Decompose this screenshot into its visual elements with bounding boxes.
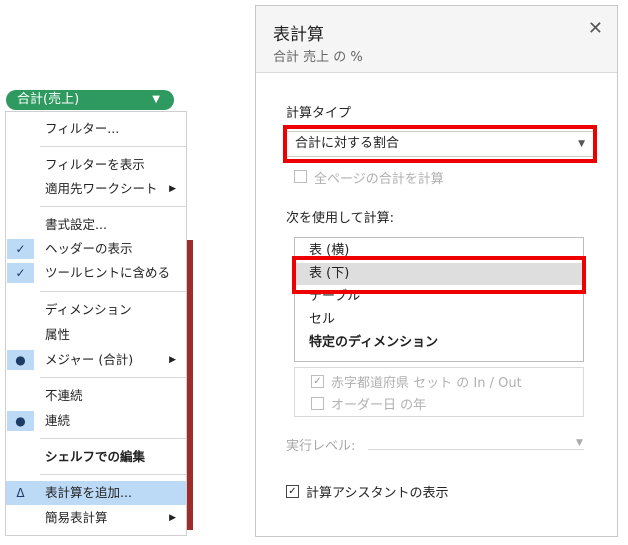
dimension-checklist: ✓ 赤字都道府県 セット の In / Out オーダー日 の年 bbox=[294, 367, 584, 417]
delta-icon: Δ bbox=[7, 483, 34, 503]
menu-item-label: 不連続 bbox=[45, 388, 83, 403]
menu-item-label: 連続 bbox=[45, 413, 71, 428]
all-pages-label: 全ページの合計を計算 bbox=[314, 172, 444, 187]
dialog-header: 表計算 合計 売上 の % ✕ bbox=[256, 6, 617, 73]
menu-separator bbox=[40, 438, 186, 439]
menu-item-measure-sum[interactable]: ● メジャー (合計) ▶ bbox=[6, 348, 186, 372]
context-menu: フィルター... フィルターを表示 適用先ワークシート ▶ 書式設定... ✓ … bbox=[5, 111, 187, 536]
close-icon[interactable]: ✕ bbox=[588, 18, 603, 39]
menu-item-filter[interactable]: フィルター... bbox=[6, 117, 186, 141]
chevron-right-icon: ▶ bbox=[169, 184, 176, 194]
menu-item-format[interactable]: 書式設定... bbox=[6, 213, 186, 237]
table-calculation-dialog: 表計算 合計 売上 の % ✕ 計算タイプ 合計に対する割合 ▼ 全ページの合計… bbox=[255, 5, 618, 537]
calc-type-label: 計算タイプ bbox=[286, 106, 352, 121]
menu-separator bbox=[40, 377, 186, 378]
menu-item-label: ヘッダーの表示 bbox=[45, 241, 133, 256]
chevron-right-icon: ▶ bbox=[169, 355, 176, 365]
chevron-right-icon: ▶ bbox=[169, 513, 176, 523]
menu-item-apply-to-worksheets[interactable]: 適用先ワークシート ▶ bbox=[6, 177, 186, 201]
menu-separator bbox=[40, 291, 186, 292]
menu-item-show-filter[interactable]: フィルターを表示 bbox=[6, 153, 186, 177]
annotation-highlight-box bbox=[292, 256, 586, 294]
menu-item-label: 書式設定... bbox=[45, 217, 107, 232]
menu-item-label: フィルター... bbox=[45, 121, 120, 136]
pill-label: 合計(売上) bbox=[17, 92, 80, 107]
chevron-down-icon: ▼ bbox=[576, 438, 583, 448]
exec-level-select[interactable] bbox=[368, 449, 584, 450]
menu-item-label: シェルフでの編集 bbox=[45, 449, 146, 464]
menu-item-include-in-tooltip[interactable]: ✓ ツールヒントに含める bbox=[6, 261, 186, 285]
exec-level-label: 実行レベル: bbox=[286, 439, 356, 454]
menu-separator bbox=[40, 206, 186, 207]
list-item[interactable]: セル bbox=[295, 309, 583, 331]
dialog-title: 表計算 bbox=[273, 25, 324, 45]
menu-separator bbox=[40, 146, 186, 147]
all-pages-checkbox[interactable] bbox=[294, 170, 307, 183]
field-pill-sum-sales[interactable]: 合計(売上) ▼ bbox=[6, 90, 174, 110]
dialog-subtitle: 合計 売上 の % bbox=[273, 50, 363, 65]
menu-item-quick-table-calculation[interactable]: 簡易表計算 ▶ bbox=[6, 506, 186, 530]
checkmark-icon: ✓ bbox=[7, 239, 34, 259]
calc-assistant-checkbox[interactable]: ✓ bbox=[286, 485, 299, 498]
annotation-highlight-box bbox=[283, 125, 597, 163]
compute-using-label: 次を使用して計算: bbox=[286, 211, 394, 226]
menu-item-label: 適用先ワークシート bbox=[45, 181, 158, 196]
menu-item-attribute[interactable]: 属性 bbox=[6, 323, 186, 347]
menu-item-label: 簡易表計算 bbox=[45, 510, 108, 525]
menu-item-label: ツールヒントに含める bbox=[45, 265, 171, 280]
list-item[interactable]: 特定のディメンション bbox=[295, 332, 583, 354]
menu-item-discrete[interactable]: 不連続 bbox=[6, 384, 186, 408]
menu-item-label: メジャー (合計) bbox=[45, 352, 134, 367]
dimension-checkbox[interactable] bbox=[311, 397, 324, 410]
menu-separator bbox=[40, 474, 186, 475]
menu-item-label: 属性 bbox=[45, 327, 71, 342]
menu-item-add-table-calculation[interactable]: Δ 表計算を追加... bbox=[6, 481, 186, 505]
chevron-down-icon[interactable]: ▼ bbox=[152, 90, 160, 110]
menu-item-show-header[interactable]: ✓ ヘッダーの表示 bbox=[6, 237, 186, 261]
menu-side-bar bbox=[186, 240, 193, 530]
radio-dot-icon: ● bbox=[7, 411, 34, 431]
menu-item-continuous[interactable]: ● 連続 bbox=[6, 409, 186, 433]
menu-item-label: フィルターを表示 bbox=[45, 157, 145, 172]
checkmark-icon: ✓ bbox=[7, 263, 34, 283]
dimension-label: 赤字都道府県 セット の In / Out bbox=[331, 376, 522, 391]
menu-item-label: ディメンション bbox=[45, 302, 132, 317]
menu-item-dimension[interactable]: ディメンション bbox=[6, 298, 186, 322]
menu-item-edit-in-shelf[interactable]: シェルフでの編集 bbox=[6, 445, 186, 469]
calc-assistant-label: 計算アシスタントの表示 bbox=[306, 486, 449, 501]
radio-dot-icon: ● bbox=[7, 350, 34, 370]
dimension-label: オーダー日 の年 bbox=[331, 398, 427, 413]
dimension-checkbox-checked[interactable]: ✓ bbox=[311, 375, 324, 388]
menu-item-label: 表計算を追加... bbox=[45, 485, 132, 500]
